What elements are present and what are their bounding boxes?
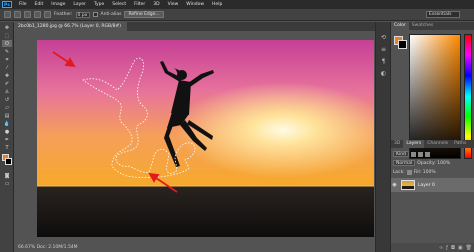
tab-swatches[interactable]: Swatches xyxy=(409,22,437,30)
menu-image[interactable]: Image xyxy=(47,2,69,7)
layer-name[interactable]: Layer 0 xyxy=(418,183,435,188)
layers-footer: ∞ ƒ ◘ ▣ 🗑 xyxy=(391,243,474,252)
color-panel-tabs: Color Swatches xyxy=(391,22,474,30)
tab-layers[interactable]: Layers xyxy=(403,140,425,148)
eyedropper-icon[interactable]: ⁄ xyxy=(2,64,12,71)
history-icon[interactable]: ⟲ xyxy=(379,34,388,42)
crop-icon[interactable]: ⌗ xyxy=(2,56,12,63)
healing-icon[interactable]: ✚ xyxy=(2,72,12,79)
quick-select-icon[interactable]: ✎ xyxy=(2,48,12,55)
menu-view[interactable]: View xyxy=(164,2,183,7)
document-canvas[interactable] xyxy=(37,40,374,237)
blend-row: Normal Opacity: 100% xyxy=(393,159,473,167)
background-color-swatch[interactable] xyxy=(5,158,12,165)
layer-thumbnail xyxy=(401,180,415,190)
screen-mode-icon[interactable]: ▭ xyxy=(2,180,12,187)
refine-edge-button[interactable]: Refine Edge... xyxy=(124,11,164,18)
document-tab[interactable]: 2bc0b1_1280.jpg @ 66.7% (Layer 0, RGB/8#… xyxy=(15,22,128,31)
tab-channels[interactable]: Channels xyxy=(424,140,451,148)
properties-icon[interactable]: ≡ xyxy=(379,46,388,54)
delete-layer-icon[interactable]: 🗑 xyxy=(466,245,472,251)
tab-3d[interactable]: 3D xyxy=(391,140,403,148)
options-bar: Feather: 0 px Anti-alias Refine Edge... … xyxy=(0,9,474,21)
eraser-icon[interactable]: ▱ xyxy=(2,104,12,111)
dodge-icon[interactable]: ● xyxy=(2,128,12,135)
blend-mode-select[interactable]: Normal xyxy=(393,160,416,166)
feather-label: Feather: xyxy=(54,12,73,17)
document-tab-bar: 2bc0b1_1280.jpg @ 66.7% (Layer 0, RGB/8#… xyxy=(15,22,381,31)
layer-row[interactable]: ◉ Layer 0 xyxy=(391,178,474,192)
panel-icon-strip: ⟲ ≡ ¶ ◐ xyxy=(375,22,390,252)
tool-preset-button[interactable] xyxy=(4,11,11,18)
fill-control[interactable]: Fill: 100% xyxy=(414,170,436,175)
menu-select[interactable]: Select xyxy=(108,2,130,7)
subtract-selection-button[interactable] xyxy=(34,11,41,18)
add-selection-button[interactable] xyxy=(24,11,31,18)
history-brush-icon[interactable]: ↺ xyxy=(2,96,12,103)
new-layer-icon[interactable]: ▣ xyxy=(458,245,463,251)
adjustment-filter-icon[interactable] xyxy=(417,151,423,157)
lock-label: Lock: xyxy=(393,169,405,175)
gradient-icon[interactable]: ▤ xyxy=(2,112,12,119)
tab-paths[interactable]: Paths xyxy=(451,140,469,148)
canvas-image xyxy=(37,40,374,237)
blur-icon[interactable]: 💧 xyxy=(2,120,12,127)
lasso-icon[interactable]: ʘ xyxy=(2,40,12,47)
menu-filter[interactable]: Filter xyxy=(130,2,149,7)
feather-input[interactable]: 0 px xyxy=(75,11,90,18)
lock-icon[interactable] xyxy=(406,169,412,175)
antialias-checkbox[interactable] xyxy=(92,12,98,17)
menu-file[interactable]: File xyxy=(15,2,31,7)
photoshop-logo: Ps xyxy=(2,1,12,8)
tools-panel: ✥ ⬚ ʘ ✎ ⌗ ⁄ ✚ ✐ ♙ ↺ ▱ ▤ 💧 ● ✒ T ◙ ▭ xyxy=(0,22,14,252)
lock-row: Lock: Fill: 100% xyxy=(393,168,473,176)
intersect-selection-button[interactable] xyxy=(44,11,51,18)
workspace-select[interactable]: Essentials xyxy=(426,11,460,18)
right-panels: Color Swatches 3D Layers Channels Paths … xyxy=(390,22,474,252)
sea xyxy=(37,186,374,237)
sun-glow xyxy=(37,40,374,190)
panel-background-swatch[interactable] xyxy=(398,40,407,49)
menu-type[interactable]: Type xyxy=(90,2,108,7)
layers-panel-tabs: 3D Layers Channels Paths xyxy=(391,140,474,148)
menu-help[interactable]: Help xyxy=(208,2,226,7)
paragraph-icon[interactable]: ¶ xyxy=(379,58,388,66)
visibility-eye-icon[interactable]: ◉ xyxy=(391,182,398,188)
quick-mask-icon[interactable]: ◙ xyxy=(2,172,12,179)
menu-window[interactable]: Window xyxy=(182,2,208,7)
link-layers-icon[interactable]: ∞ xyxy=(439,245,443,251)
type-filter-icon[interactable] xyxy=(424,151,430,157)
add-mask-icon[interactable]: ◘ xyxy=(451,245,455,251)
opacity-control[interactable]: Opacity: 100% xyxy=(417,161,450,166)
status-bar: 66.67% Doc: 2.10M/1.54M xyxy=(15,244,381,252)
menu-edit[interactable]: Edit xyxy=(31,2,48,7)
pen-icon[interactable]: ✒ xyxy=(2,136,12,143)
fx-icon[interactable]: ƒ xyxy=(446,245,448,251)
antialias-label: Anti-alias xyxy=(100,12,122,17)
clone-stamp-icon[interactable]: ♙ xyxy=(2,88,12,95)
layers-filter-row: Kind xyxy=(393,150,473,158)
menu-bar: Ps File Edit Image Layer Type Select Fil… xyxy=(0,0,474,9)
kind-filter-select[interactable]: Kind xyxy=(393,151,409,157)
new-selection-button[interactable] xyxy=(14,11,21,18)
menu-3d[interactable]: 3D xyxy=(149,2,163,7)
brush-icon[interactable]: ✐ xyxy=(2,80,12,87)
menu-layer[interactable]: Layer xyxy=(69,2,90,7)
move-icon[interactable]: ✥ xyxy=(2,24,12,31)
tab-color[interactable]: Color xyxy=(391,22,409,30)
type-icon[interactable]: T xyxy=(2,144,12,151)
marquee-icon[interactable]: ⬚ xyxy=(2,32,12,39)
adjustments-icon[interactable]: ◐ xyxy=(379,70,388,78)
pixel-filter-icon[interactable] xyxy=(410,151,416,157)
